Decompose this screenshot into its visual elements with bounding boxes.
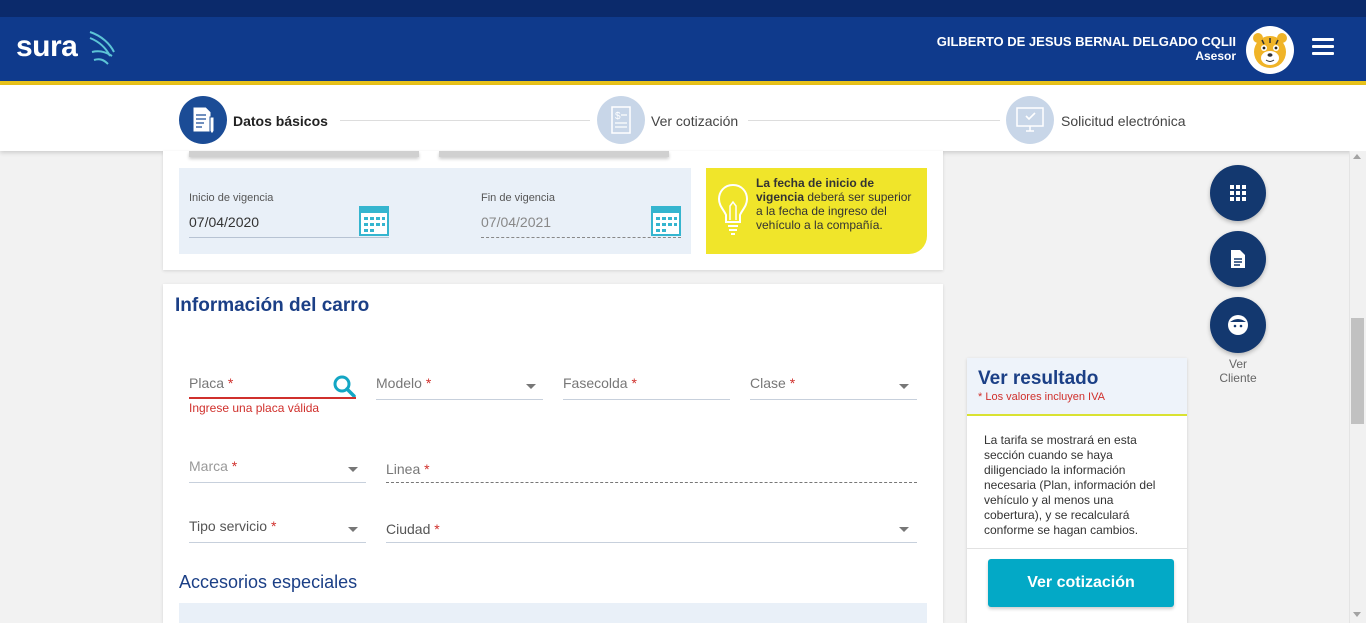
divider bbox=[967, 548, 1187, 549]
linea-field[interactable]: Linea * bbox=[386, 461, 430, 477]
app-header bbox=[0, 17, 1366, 81]
chevron-down-icon[interactable] bbox=[348, 527, 358, 532]
vigencia-panel bbox=[179, 168, 691, 254]
accesorios-panel bbox=[179, 603, 927, 623]
field-underline bbox=[189, 482, 366, 483]
scroll-down-arrow-icon[interactable] bbox=[1353, 612, 1361, 617]
fin-vigencia-input: 07/04/2021 bbox=[481, 214, 552, 230]
inicio-vigencia-label: Inicio de vigencia bbox=[189, 192, 274, 204]
result-title: Ver resultado bbox=[978, 368, 1099, 389]
marca-label: Marca bbox=[189, 458, 228, 474]
result-description: La tarifa se mostrará en esta sección cu… bbox=[984, 433, 1156, 537]
result-subtitle: * Los valores incluyen IVA bbox=[978, 391, 1105, 403]
avatar[interactable] bbox=[1246, 26, 1294, 74]
required-mark: * bbox=[424, 461, 430, 477]
field-underline bbox=[189, 237, 389, 238]
calendar-icon bbox=[651, 206, 681, 236]
step-label-datos-basicos[interactable]: Datos básicos bbox=[233, 113, 328, 129]
fasecolda-label: Fasecolda bbox=[563, 375, 628, 391]
step-label-solicitud-electronica[interactable]: Solicitud electrónica bbox=[1061, 113, 1186, 129]
chevron-down-icon[interactable] bbox=[526, 384, 536, 389]
hamburger-menu-icon[interactable] bbox=[1312, 38, 1334, 56]
step-ver-cotizacion[interactable]: $ bbox=[597, 96, 645, 144]
ver-cotizacion-button[interactable]: Ver cotización bbox=[988, 559, 1174, 607]
ver-cliente-label[interactable]: Ver Cliente bbox=[1210, 357, 1266, 385]
notice-text: La fecha de inicio de vigencia deberá se… bbox=[756, 176, 916, 232]
scroll-up-arrow-icon[interactable] bbox=[1353, 154, 1361, 159]
step-solicitud-electronica[interactable] bbox=[1006, 96, 1054, 144]
field-underline bbox=[386, 482, 917, 483]
fasecolda-field[interactable]: Fasecolda * bbox=[563, 375, 637, 391]
vigencia-notice: La fecha de inicio de vigencia deberá se… bbox=[706, 168, 927, 254]
collapsed-field bbox=[189, 151, 419, 157]
field-underline bbox=[376, 399, 543, 400]
car-info-title: Información del carro bbox=[175, 295, 370, 316]
step-connector bbox=[340, 120, 590, 121]
ciudad-label: Ciudad bbox=[386, 521, 431, 537]
chevron-down-icon[interactable] bbox=[899, 384, 909, 389]
modelo-label: Modelo bbox=[376, 375, 422, 391]
marca-select[interactable]: Marca * bbox=[189, 458, 237, 474]
lightbulb-icon bbox=[717, 183, 749, 235]
tipo-servicio-label: Tipo servicio bbox=[189, 518, 268, 534]
inicio-vigencia-input[interactable]: 07/04/2020 bbox=[189, 214, 259, 230]
clase-label: Clase bbox=[750, 375, 786, 391]
chevron-down-icon[interactable] bbox=[348, 467, 358, 472]
required-mark: * bbox=[434, 521, 440, 537]
sura-logo-mark-icon bbox=[89, 31, 115, 65]
step-datos-basicos[interactable] bbox=[179, 96, 227, 144]
placa-label: Placa bbox=[189, 375, 225, 391]
invoice-icon: $ bbox=[611, 106, 631, 134]
required-mark: * bbox=[425, 375, 432, 391]
required-mark: * bbox=[631, 375, 637, 391]
search-icon[interactable] bbox=[332, 374, 356, 398]
scrollbar-thumb[interactable] bbox=[1351, 318, 1364, 424]
linea-label: Linea bbox=[386, 461, 421, 477]
required-mark: * bbox=[227, 375, 234, 391]
user-role: Asesor bbox=[1195, 49, 1236, 63]
grid-icon bbox=[1230, 185, 1246, 201]
placa-error: Ingrese una placa válida bbox=[189, 401, 320, 415]
top-strip bbox=[0, 0, 1366, 17]
face-icon bbox=[1228, 315, 1248, 335]
clase-select[interactable]: Clase * bbox=[750, 375, 795, 391]
ver-cliente-button[interactable] bbox=[1210, 297, 1266, 353]
field-underline bbox=[386, 542, 917, 543]
required-mark: * bbox=[231, 458, 238, 474]
step-connector bbox=[748, 120, 1000, 121]
svg-text:$: $ bbox=[615, 111, 621, 122]
required-mark: * bbox=[270, 518, 277, 534]
tiger-mascot-icon bbox=[1253, 33, 1287, 68]
placa-field[interactable]: Placa * bbox=[189, 375, 233, 391]
step-label-ver-cotizacion[interactable]: Ver cotización bbox=[651, 113, 738, 129]
field-underline bbox=[563, 399, 730, 400]
apps-grid-button[interactable] bbox=[1210, 165, 1266, 221]
field-underline bbox=[481, 237, 681, 238]
field-underline bbox=[189, 542, 366, 543]
accesorios-title: Accesorios especiales bbox=[179, 572, 358, 592]
calendar-icon[interactable] bbox=[359, 206, 389, 236]
placa-underline bbox=[189, 397, 356, 399]
modelo-select[interactable]: Modelo * bbox=[376, 375, 431, 391]
tipo-servicio-select[interactable]: Tipo servicio * bbox=[189, 518, 276, 534]
chevron-down-icon[interactable] bbox=[899, 527, 909, 532]
collapsed-field bbox=[439, 151, 669, 157]
file-icon bbox=[1231, 250, 1245, 268]
document-button[interactable] bbox=[1210, 231, 1266, 287]
sura-logo[interactable]: sura bbox=[16, 30, 78, 64]
field-underline bbox=[750, 399, 917, 400]
fin-vigencia-label: Fin de vigencia bbox=[481, 192, 555, 204]
monitor-check-icon bbox=[1016, 107, 1044, 132]
ciudad-select[interactable]: Ciudad * bbox=[386, 521, 440, 537]
required-mark: * bbox=[789, 375, 796, 391]
user-name: GILBERTO DE JESUS BERNAL DELGADO CQLII bbox=[936, 34, 1236, 49]
document-icon bbox=[192, 106, 215, 135]
